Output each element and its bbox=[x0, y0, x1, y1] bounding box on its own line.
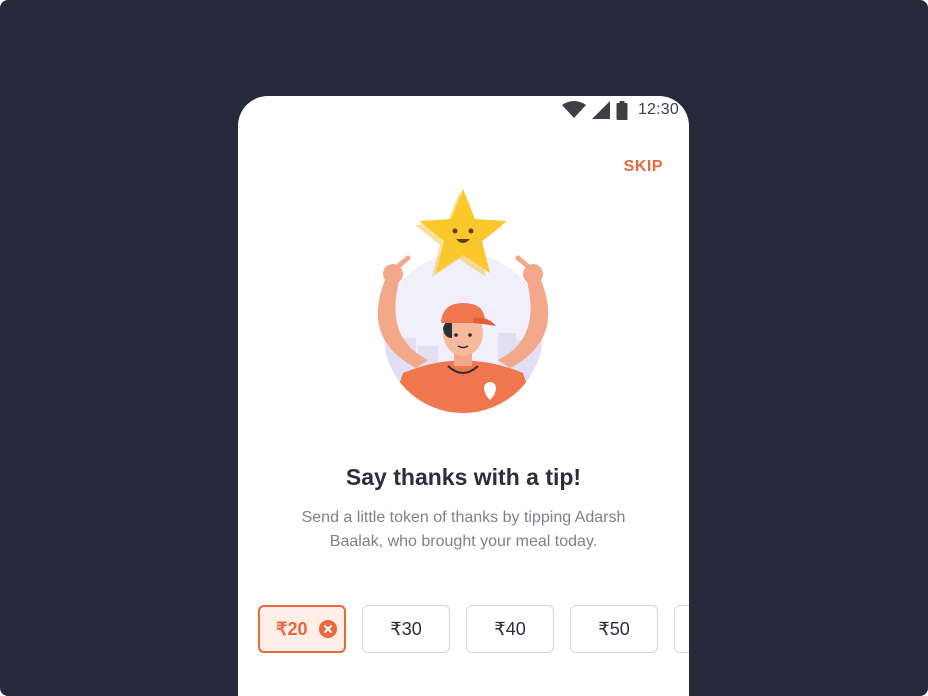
status-bar: 12:30 bbox=[561, 96, 679, 124]
tip-amount: ₹40 bbox=[494, 618, 526, 639]
tip-amount: ₹50 bbox=[598, 618, 630, 639]
tip-amount: ₹30 bbox=[390, 618, 422, 639]
tip-options: ₹20 ₹30 ₹40 ₹50 bbox=[258, 605, 689, 653]
wifi-icon bbox=[561, 101, 586, 119]
tip-option[interactable]: ₹50 bbox=[570, 605, 658, 653]
battery-icon bbox=[616, 100, 628, 120]
phone-screen: 12:30 SKIP Say thanks with a tip! Send a… bbox=[238, 96, 689, 696]
page-title: Say thanks with a tip! bbox=[345, 464, 582, 490]
tip-option-more[interactable] bbox=[674, 605, 689, 653]
tip-option[interactable]: ₹30 bbox=[362, 605, 450, 653]
tip-option[interactable]: ₹40 bbox=[466, 605, 554, 653]
close-icon[interactable] bbox=[319, 620, 338, 638]
skip-button[interactable]: SKIP bbox=[624, 158, 663, 176]
tip-option-selected[interactable]: ₹20 bbox=[258, 605, 346, 653]
cellular-signal-icon bbox=[591, 101, 610, 119]
status-time: 12:30 bbox=[637, 101, 679, 118]
app-stage: 12:30 SKIP Say thanks with a tip! Send a… bbox=[0, 0, 928, 696]
tip-amount: ₹20 bbox=[276, 618, 308, 639]
delivery-person-illustration bbox=[348, 188, 578, 418]
page-subtitle: Send a little token of thanks by tipping… bbox=[301, 509, 626, 550]
